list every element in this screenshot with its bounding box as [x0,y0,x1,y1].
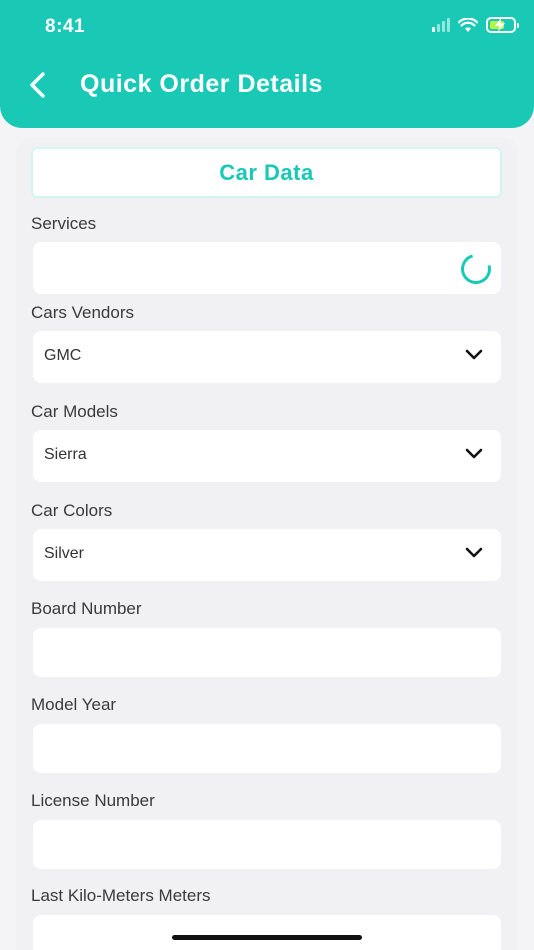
cars-vendors-label: Cars Vendors [31,303,134,322]
chevron-down-icon [465,547,483,558]
back-button[interactable] [22,68,52,102]
header-bar: 8:41 Quick Order Details [0,0,534,128]
cars-vendors-select[interactable]: GMC [33,331,501,383]
section-title: Car Data [31,147,502,198]
board-number-input[interactable] [33,628,501,677]
battery-charging-icon [486,17,519,33]
car-colors-select[interactable]: Silver [33,529,501,581]
chevron-left-icon [30,72,45,98]
chevron-down-icon [465,448,483,459]
wifi-icon [458,17,478,32]
car-models-select[interactable]: Sierra [33,430,501,482]
home-indicator [172,935,362,940]
car-models-label: Car Models [31,402,118,421]
model-year-label: Model Year [31,695,117,714]
car-colors-label: Car Colors [31,501,113,520]
nav-bar: Quick Order Details [0,62,534,108]
cellular-signal-icon [432,18,450,32]
services-select[interactable] [33,242,501,294]
loading-spinner-icon [455,248,497,290]
last-km-label: Last Kilo-Meters Meters [31,886,211,905]
board-number-label: Board Number [31,599,142,618]
status-icons [432,17,519,33]
cars-vendors-value: GMC [44,347,82,364]
last-km-input[interactable] [33,915,501,950]
chevron-down-icon [465,349,483,360]
model-year-input[interactable] [33,724,501,773]
license-number-label: License Number [31,791,155,810]
page-title: Quick Order Details [80,70,323,98]
services-label: Services [31,214,97,233]
status-bar: 8:41 [0,0,534,54]
car-colors-value: Silver [44,545,85,562]
license-number-input[interactable] [33,820,501,869]
car-models-value: Sierra [44,446,87,463]
status-time: 8:41 [45,16,86,37]
